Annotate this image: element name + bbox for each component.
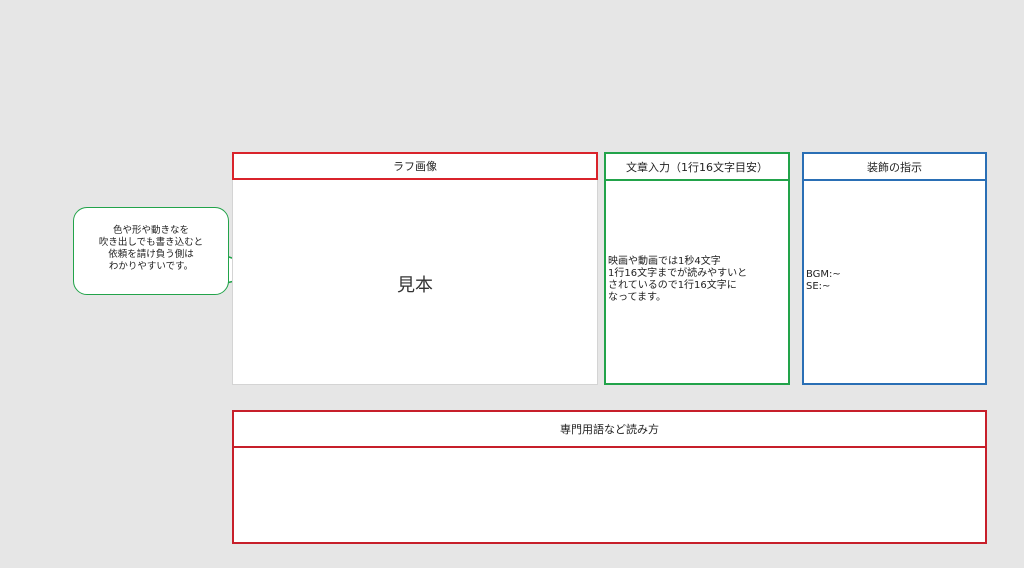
text-input-panel[interactable]: 文章入力（1行16文字目安） 映画や動画では1秒4文字 1行16文字までが読みや… <box>604 152 790 385</box>
se-line: SE:~ <box>806 281 831 292</box>
terms-panel[interactable]: 専門用語など読み方 <box>232 410 987 544</box>
rough-image-header: ラフ画像 <box>232 152 598 180</box>
canvas: 色や形や動きなを 吹き出しでも書き込むと 依頼を請け負う側は わかりやすいです。… <box>0 0 1024 568</box>
text-input-body[interactable]: 映画や動画では1秒4文字 1行16文字までが読みやすいと されているので1行16… <box>608 256 747 304</box>
terms-header: 専門用語など読み方 <box>234 412 985 448</box>
sample-label: 見本 <box>397 275 433 296</box>
rough-image-panel: ラフ画像 見本 <box>232 152 598 385</box>
decoration-panel[interactable]: 装飾の指示 BGM:~ SE:~ <box>802 152 987 385</box>
text-input-header: 文章入力（1行16文字目安） <box>606 154 788 181</box>
speech-bubble-text: 色や形や動きなを 吹き出しでも書き込むと 依頼を請け負う側は わかりやすいです。 <box>98 225 204 272</box>
decoration-header: 装飾の指示 <box>804 154 985 181</box>
bgm-line: BGM:~ <box>806 269 841 280</box>
speech-bubble: 色や形や動きなを 吹き出しでも書き込むと 依頼を請け負う側は わかりやすいです。 <box>73 207 229 295</box>
decoration-body[interactable]: BGM:~ SE:~ <box>806 269 841 293</box>
